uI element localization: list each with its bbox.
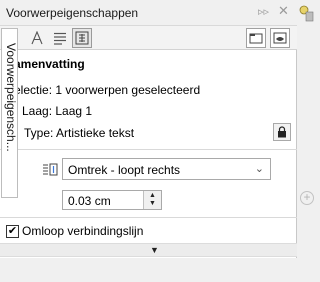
side-tab-label: Voorwerpeigensch... xyxy=(4,43,18,152)
panel-title: Voorwerpeigenschappen xyxy=(6,6,139,20)
type-value: Artistieke tekst xyxy=(56,126,135,140)
title-bar: Voorwerpeigenschappen ▹▹ ✕ xyxy=(0,0,297,26)
close-panel-icon[interactable]: ✕ xyxy=(278,3,289,19)
character-tool-icon[interactable] xyxy=(27,28,47,48)
wrap-style-value: Omtrek - loopt rechts xyxy=(68,163,181,177)
collapse-panel-icon[interactable]: ▹▹ xyxy=(258,5,269,18)
type-label: Type: xyxy=(24,126,54,140)
lock-button[interactable] xyxy=(273,123,291,141)
expand-section-bar[interactable]: ▼ xyxy=(0,243,297,257)
section-divider-2 xyxy=(0,217,297,218)
layer-row: Laag: Laag 1 xyxy=(22,104,92,118)
spin-down-icon[interactable]: ▼ xyxy=(147,200,158,207)
text-wrap-icon xyxy=(42,162,58,178)
expand-arrow-icon: ▼ xyxy=(150,245,159,255)
add-docker-icon[interactable]: + xyxy=(300,191,314,205)
wrap-style-dropdown[interactable]: Omtrek - loopt rechts ⌄ xyxy=(62,158,271,180)
spinner-buttons: ▲ ▼ xyxy=(143,191,161,209)
properties-toolbar xyxy=(0,26,297,50)
docker-tab-strip xyxy=(297,0,316,282)
hints-docker-icon[interactable] xyxy=(298,3,315,23)
section-divider xyxy=(0,149,297,150)
frame-tool-icon[interactable] xyxy=(72,28,92,48)
lock-icon xyxy=(278,126,286,138)
wrap-connector-checkbox[interactable]: ✔ xyxy=(6,225,19,238)
frame-view-icon[interactable] xyxy=(246,28,266,48)
paragraph-tool-icon[interactable] xyxy=(50,28,70,48)
chevron-down-icon: ⌄ xyxy=(254,163,264,175)
selection-value: 1 voorwerpen geselecteerd xyxy=(55,83,201,97)
layer-value: Laag 1 xyxy=(55,104,93,118)
panel-footer xyxy=(0,258,297,282)
type-row: Type: Artistieke tekst xyxy=(24,126,134,140)
selection-row: Selectie: 1 voorwerpen geselecteerd xyxy=(6,83,200,97)
object-properties-panel: Voorwerpeigenschappen ▹▹ ✕ Samenvatting … xyxy=(0,0,297,282)
preview-eye-icon[interactable] xyxy=(270,28,290,48)
layer-label: Laag: xyxy=(22,104,53,118)
wrap-offset-spinner[interactable]: 0.03 cm ▲ ▼ xyxy=(62,190,162,210)
object-properties-tab[interactable]: Voorwerpeigensch... xyxy=(1,28,18,198)
spin-up-icon[interactable]: ▲ xyxy=(147,192,158,199)
wrap-connector-label: Omloop verbindingslijn xyxy=(22,224,144,238)
wrap-offset-value: 0.03 cm xyxy=(68,194,111,208)
